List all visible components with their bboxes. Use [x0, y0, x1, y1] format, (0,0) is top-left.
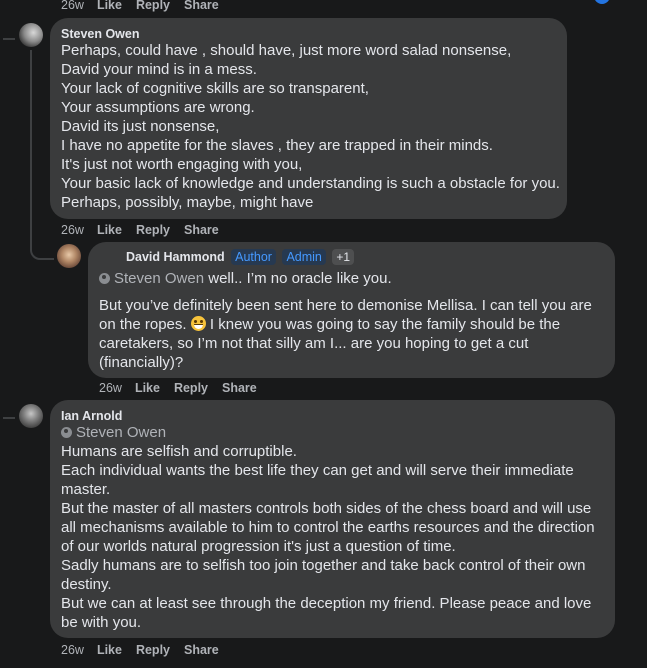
- laughing-emoji-icon: [190, 316, 206, 331]
- comment-line: Perhaps, possibly, maybe, might have: [61, 194, 314, 211]
- reply-button[interactable]: Reply: [136, 0, 170, 12]
- comment-line: caretakers, so I’m not that silly am I..…: [99, 335, 529, 352]
- comment-line: David your mind is in a mess.: [61, 61, 257, 78]
- comment-bubble: Ian Arnold Steven Owen Humans are selfis…: [50, 400, 615, 638]
- author-name[interactable]: David Hammond: [126, 250, 225, 264]
- comment-line: Your assumptions are wrong.: [61, 99, 255, 116]
- like-button[interactable]: Like: [97, 0, 122, 12]
- like-button[interactable]: Like: [97, 643, 122, 657]
- thread-line: [3, 405, 15, 419]
- comment-line: (financially)?: [99, 354, 184, 371]
- comment-line: be with you.: [61, 614, 142, 631]
- comment-line: master.: [61, 481, 111, 498]
- avatar[interactable]: [57, 244, 81, 268]
- timestamp[interactable]: 26w: [99, 381, 122, 395]
- comment-text: well.. I’m no oracle like you.: [204, 270, 392, 287]
- like-button[interactable]: Like: [97, 223, 122, 237]
- reply-button[interactable]: Reply: [136, 223, 170, 237]
- mention-line: Steven Owen well.. I’m no oracle like yo…: [99, 269, 392, 288]
- comment-actions: 26w Like Reply Share: [99, 381, 271, 395]
- comment-author[interactable]: Steven Owen: [61, 27, 140, 41]
- comment-author: David Hammond Author Admin +1: [126, 249, 355, 265]
- comment-line: Perhaps, could have , should have, just …: [61, 42, 512, 59]
- admin-badge: Admin: [282, 249, 326, 265]
- comment-line: I have no appetite for the slaves , they…: [61, 137, 493, 154]
- comment-line: It's just not worth engaging with you,: [61, 156, 303, 173]
- avatar[interactable]: [19, 404, 43, 428]
- timestamp[interactable]: 26w: [61, 223, 84, 237]
- timestamp[interactable]: 26w: [61, 0, 84, 12]
- comment-line: Your basic lack of knowledge and underst…: [61, 175, 560, 192]
- reply-bubble: David Hammond Author Admin +1 Steven Owe…: [88, 242, 615, 378]
- share-button[interactable]: Share: [184, 0, 219, 12]
- comment-line: all mechanisms available to him to contr…: [61, 519, 595, 536]
- share-button[interactable]: Share: [222, 381, 257, 395]
- comment-line: But you’ve definitely been sent here to …: [99, 297, 592, 314]
- comment-actions: 26w Like Reply Share: [61, 643, 233, 657]
- reaction-icon: [594, 0, 610, 4]
- comment-line: destiny.: [61, 576, 112, 593]
- comment-line: on the ropes. I knew you was going to sa…: [99, 316, 561, 333]
- comment-bubble: Steven Owen Perhaps, could have , should…: [50, 18, 567, 219]
- user-mention[interactable]: Steven Owen: [114, 270, 204, 287]
- reply-button[interactable]: Reply: [136, 643, 170, 657]
- author-badge: Author: [231, 249, 276, 265]
- share-button[interactable]: Share: [184, 223, 219, 237]
- reply-button[interactable]: Reply: [174, 381, 208, 395]
- share-button[interactable]: Share: [184, 643, 219, 657]
- mention-line: Steven Owen: [61, 423, 166, 442]
- user-mention[interactable]: Steven Owen: [76, 424, 166, 441]
- comment-line: of our worlds natural progression it's j…: [61, 538, 456, 555]
- comment-line: Your lack of cognitive skills are so tra…: [61, 80, 369, 97]
- more-badges[interactable]: +1: [332, 249, 355, 265]
- user-mention-icon: [99, 273, 110, 284]
- avatar[interactable]: [19, 23, 43, 47]
- thread-line: [3, 26, 15, 40]
- comment-line: David its just nonsense,: [61, 118, 220, 135]
- comment-author[interactable]: Ian Arnold: [61, 409, 122, 423]
- comment-line: Sadly humans are to selfish too join tog…: [61, 557, 586, 574]
- like-button[interactable]: Like: [135, 381, 160, 395]
- top-comment-actions: 26w Like Reply Share: [61, 0, 233, 12]
- user-mention-icon: [61, 427, 72, 438]
- comment-line: Each individual wants the best life they…: [61, 462, 574, 479]
- comment-actions: 26w Like Reply Share: [61, 223, 233, 237]
- comment-line: But the master of all masters controls b…: [61, 500, 592, 517]
- comment-line: But we can at least see through the dece…: [61, 595, 592, 612]
- comment-line: Humans are selfish and corruptible.: [61, 443, 297, 460]
- timestamp[interactable]: 26w: [61, 643, 84, 657]
